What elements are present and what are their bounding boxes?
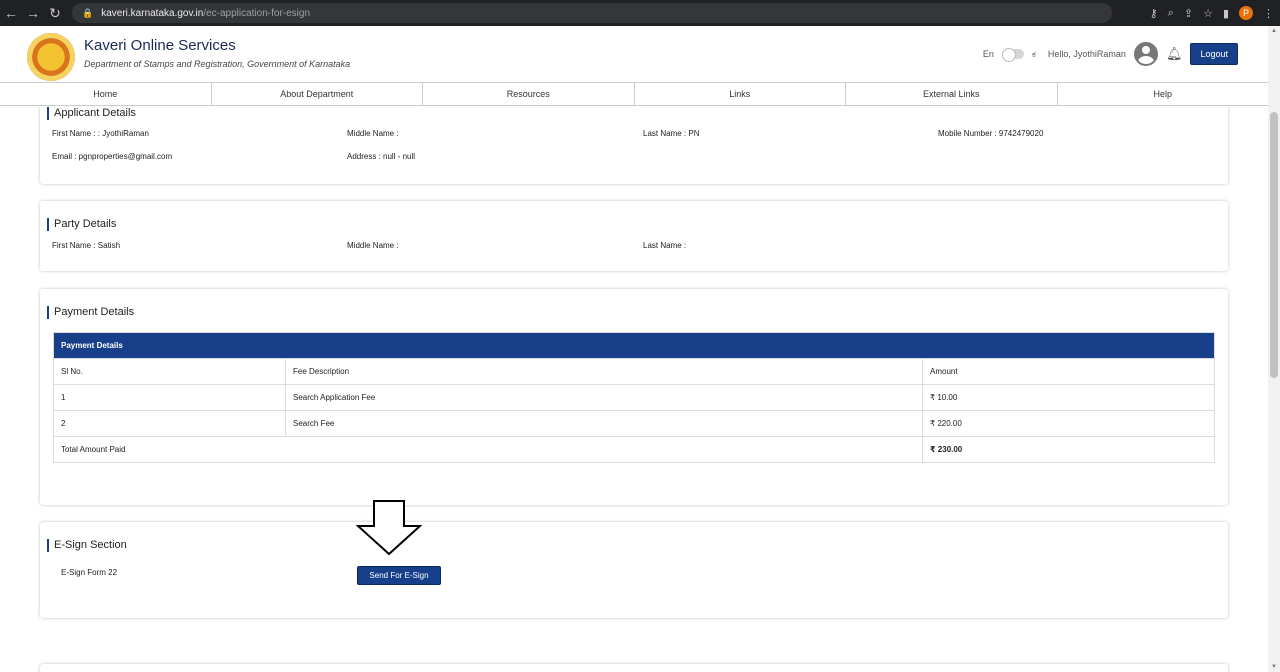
table-row: 1 Search Application Fee ₹ 10.00 xyxy=(53,384,1215,411)
payment-details-title: Payment Details xyxy=(47,306,134,319)
esign-section-title: E-Sign Section xyxy=(47,539,127,552)
nav-external-links[interactable]: External Links xyxy=(845,83,1057,105)
row-description: Search Application Fee xyxy=(285,384,923,411)
row-description: Search Fee xyxy=(285,410,923,437)
esign-section-card: E-Sign Section E-Sign Form 22 xyxy=(40,522,1228,618)
lock-icon: 🔒 xyxy=(82,7,94,18)
nav-home[interactable]: Home xyxy=(0,83,211,105)
applicant-mobile: Mobile Number : 9742479020 xyxy=(938,129,1044,138)
payment-table-title-row: Payment Details xyxy=(53,332,1215,359)
header-amount: Amount xyxy=(922,358,1215,385)
down-arrow-icon xyxy=(356,500,422,556)
nav-help[interactable]: Help xyxy=(1056,83,1269,105)
scroll-thumb[interactable] xyxy=(1270,112,1278,378)
party-middle-name: Middle Name : xyxy=(347,241,399,250)
url-path: /ec-application-for-esign xyxy=(203,7,311,19)
site-subtitle: Department of Stamps and Registration, G… xyxy=(84,59,351,69)
table-row: 2 Search Fee ₹ 220.00 xyxy=(53,410,1215,437)
user-avatar[interactable] xyxy=(1133,42,1158,66)
scroll-up-icon[interactable]: ▲ xyxy=(1271,28,1277,34)
logout-button[interactable]: Logout xyxy=(1190,43,1238,65)
page-content: Applicant Details First Name : : JyothiR… xyxy=(0,107,1268,672)
main-nav: Home About Department Resources Links Ex… xyxy=(0,82,1268,106)
key-icon[interactable]: ⚷ xyxy=(1150,7,1158,20)
payment-table: Payment Details Sl No. Fee Description A… xyxy=(53,332,1215,463)
row-amount: ₹ 220.00 xyxy=(922,410,1215,437)
party-details-title: Party Details xyxy=(47,218,116,231)
profile-avatar[interactable]: P xyxy=(1239,6,1253,20)
share-icon[interactable]: ⇪ xyxy=(1184,7,1193,20)
lang-kn-label: ಕ xyxy=(1031,48,1036,59)
forward-icon[interactable]: → xyxy=(22,0,44,26)
party-details-card: Party Details First Name : Satish Middle… xyxy=(40,201,1228,271)
language-toggle[interactable] xyxy=(1001,48,1024,62)
nav-about-department[interactable]: About Department xyxy=(210,83,423,105)
header-fee-description: Fee Description xyxy=(285,358,923,385)
back-icon[interactable]: ← xyxy=(0,0,22,26)
payment-table-title: Payment Details xyxy=(53,332,1215,359)
page-scrollbar[interactable]: ▲ ▼ xyxy=(1268,26,1280,672)
applicant-details-title: Applicant Details xyxy=(47,107,136,120)
next-card xyxy=(40,664,1228,672)
user-greeting: Hello, JyothiRaman xyxy=(1047,49,1126,59)
karnataka-emblem-logo xyxy=(27,33,75,81)
bell-icon[interactable]: 🔔︎ xyxy=(1166,46,1183,62)
applicant-middle-name: Middle Name : xyxy=(347,129,399,138)
site-title: Kaveri Online Services xyxy=(84,37,236,54)
applicant-details-card: Applicant Details First Name : : JyothiR… xyxy=(40,107,1228,184)
applicant-last-name: Last Name : PN xyxy=(643,129,700,138)
row-sl: 2 xyxy=(53,410,286,437)
star-icon[interactable]: ☆ xyxy=(1203,7,1213,20)
site-header: Kaveri Online Services Department of Sta… xyxy=(0,26,1268,82)
row-sl: 1 xyxy=(53,384,286,411)
total-label: Total Amount Paid xyxy=(53,436,923,463)
browser-toolbar: ← → ↻ 🔒 kaveri.karnataka.gov.in/ec-appli… xyxy=(0,0,1280,26)
esign-form-label: E-Sign Form 22 xyxy=(61,568,118,577)
zoom-icon[interactable]: ⌕ xyxy=(1168,7,1174,20)
party-first-name: First Name : Satish xyxy=(52,241,121,250)
payment-table-header-row: Sl No. Fee Description Amount xyxy=(53,358,1215,385)
total-row: Total Amount Paid ₹ 230.00 xyxy=(53,436,1215,463)
applicant-email: Email : pgnproperties@gmail.com xyxy=(52,152,173,161)
menu-icon[interactable]: ⋮ xyxy=(1263,7,1274,20)
header-sl-no: Sl No. xyxy=(53,358,286,385)
party-last-name: Last Name : xyxy=(643,241,687,250)
address-bar[interactable]: 🔒 kaveri.karnataka.gov.in/ec-application… xyxy=(72,3,1112,23)
sidepanel-icon[interactable]: ▮ xyxy=(1223,7,1229,20)
applicant-address: Address : null - null xyxy=(347,152,416,161)
url-host: kaveri.karnataka.gov.in xyxy=(101,7,204,19)
total-amount: ₹ 230.00 xyxy=(922,436,1215,463)
lang-en-label: En xyxy=(982,49,994,59)
nav-links[interactable]: Links xyxy=(633,83,846,105)
row-amount: ₹ 10.00 xyxy=(922,384,1215,411)
applicant-first-name: First Name : : JyothiRaman xyxy=(52,129,149,138)
scroll-down-icon[interactable]: ▼ xyxy=(1271,664,1277,670)
send-for-esign-button[interactable]: Send For E-Sign xyxy=(357,566,441,585)
nav-resources[interactable]: Resources xyxy=(422,83,634,105)
payment-details-card: Payment Details Payment Details Sl No. F… xyxy=(40,289,1228,505)
reload-icon[interactable]: ↻ xyxy=(44,0,66,26)
